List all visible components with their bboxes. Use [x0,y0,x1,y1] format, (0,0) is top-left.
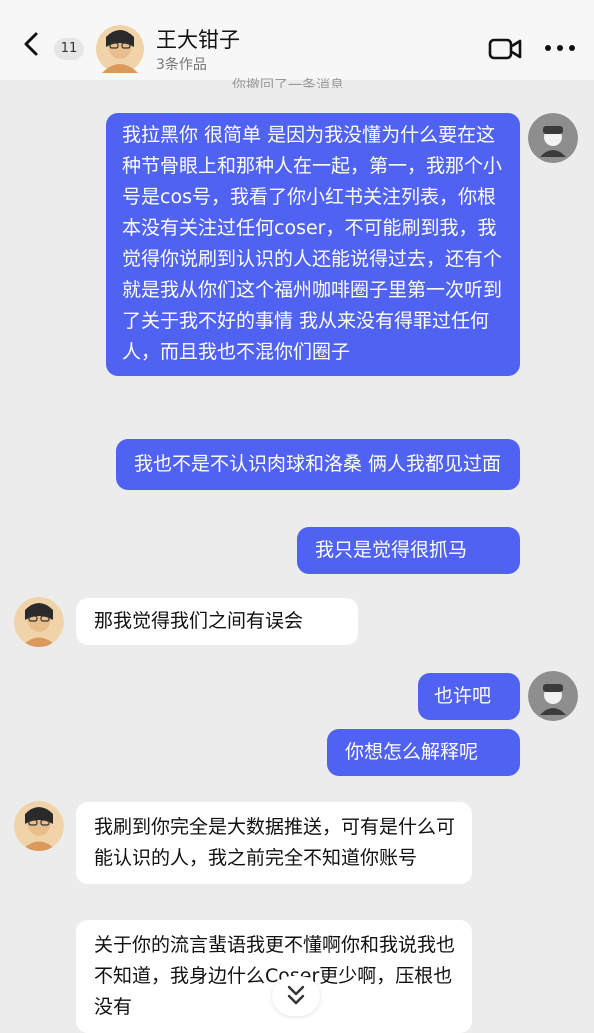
chat-header: 11 王大钳子 3条作品 [0,0,594,80]
their-message-bubble[interactable]: 我刷到你完全是大数据推送，可有是什么可能认识的人，我之前完全不知道你账号 [76,802,472,884]
double-chevron-down-icon [287,985,305,1005]
video-camera-icon[interactable] [488,36,522,62]
unread-count-badge: 11 [54,38,84,60]
message-text: 我拉黑你 很简单 是因为我没懂为什么要在这种节骨眼上和那种人在一起，第一，我那个… [122,124,503,363]
more-dots-icon[interactable] [540,38,580,58]
recalled-notice: 你撤回了一条消息 [232,78,344,88]
my-message-bubble[interactable]: 我拉黑你 很简单 是因为我没懂为什么要在这种节骨眼上和那种人在一起，第一，我那个… [106,113,520,376]
my-message-bubble[interactable]: 你想怎么解释呢 [327,729,520,776]
contact-works[interactable]: 3条作品 [156,54,207,74]
my-message-bubble[interactable]: 我只是觉得很抓马 [297,527,520,574]
contact-avatar[interactable] [14,597,64,647]
contact-avatar[interactable] [14,801,64,851]
their-message-bubble[interactable]: 那我觉得我们之间有误会 [76,598,358,645]
chevron-left-icon[interactable] [18,30,46,58]
scroll-to-bottom-button[interactable] [272,976,320,1016]
contact-name[interactable]: 王大钳子 [156,24,240,54]
my-message-bubble[interactable]: 也许吧 [418,673,520,720]
contact-avatar[interactable] [96,25,144,73]
my-avatar[interactable] [528,113,578,163]
message-text: 我刷到你完全是大数据推送，可有是什么可能认识的人，我之前完全不知道你账号 [94,816,456,869]
message-text: 那我觉得我们之间有误会 [94,610,304,632]
my-message-bubble[interactable]: 我也不是不认识肉球和洛桑 俩人我都见过面 [116,439,520,490]
message-text: 我只是觉得很抓马 [315,539,468,561]
message-text: 你想怎么解释呢 [345,741,479,763]
message-text: 也许吧 [434,685,492,707]
my-avatar[interactable] [528,671,578,721]
message-text: 我也不是不认识肉球和洛桑 俩人我都见过面 [134,453,502,475]
